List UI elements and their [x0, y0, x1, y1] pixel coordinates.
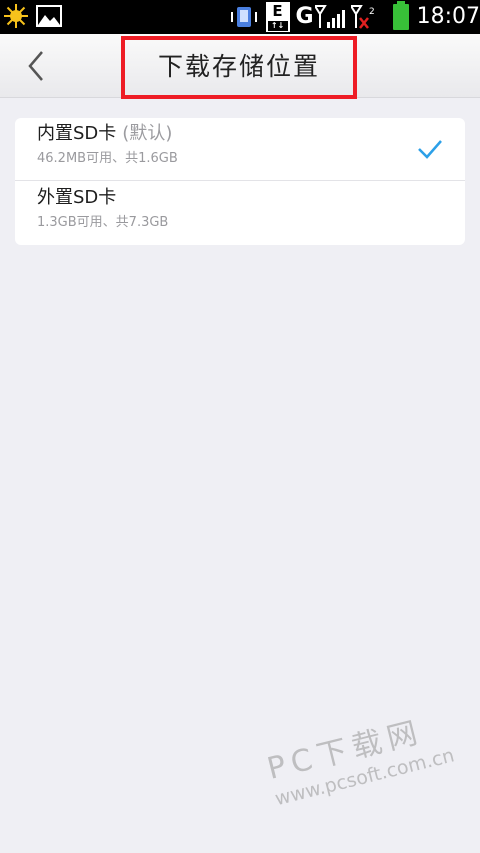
- vibrate-icon: [230, 5, 258, 29]
- option-detail: 46.2MB可用、共1.6GB: [37, 151, 178, 166]
- picture-icon: [36, 5, 62, 27]
- system-status-icons: E ↑↓ G 2 18:07: [230, 1, 480, 32]
- default-tag: (默认): [122, 123, 173, 144]
- network-type-label: E: [272, 2, 283, 20]
- battery-icon: [392, 1, 409, 30]
- storage-option-internal[interactable]: 内置SD卡 (默认) 46.2MB可用、共1.6GB: [15, 118, 465, 181]
- network-label: G: [295, 4, 314, 29]
- svg-text:2: 2: [369, 7, 375, 17]
- option-detail: 1.3GB可用、共7.3GB: [37, 215, 169, 230]
- signal-strength-icon: [312, 4, 349, 30]
- title-highlight-box: 下载存储位置: [121, 36, 357, 99]
- status-bar: E ↑↓ G 2 18:07: [0, 0, 480, 34]
- page-title: 下载存储位置: [157, 52, 320, 81]
- mobile-data-icon: E ↑↓: [265, 2, 290, 32]
- option-name: 外置SD卡: [37, 187, 117, 208]
- storage-option-external[interactable]: 外置SD卡 1.3GB可用、共7.3GB: [15, 182, 465, 245]
- back-button[interactable]: [18, 48, 54, 84]
- chevron-left-icon: [28, 51, 43, 81]
- data-arrows-icon: ↑↓: [267, 21, 288, 31]
- brightness-icon: [4, 4, 28, 28]
- storage-options-list: 内置SD卡 (默认) 46.2MB可用、共1.6GB 外置SD卡 1.3GB可用、…: [15, 118, 465, 245]
- check-icon: [418, 140, 442, 159]
- title-bar: 下载存储位置: [0, 34, 480, 99]
- no-signal-sim2-icon: 2: [348, 4, 375, 30]
- option-name: 内置SD卡: [37, 123, 117, 144]
- clock: 18:07: [416, 4, 480, 29]
- notification-icons: [4, 4, 70, 28]
- watermark: PC下载网 www.pcsoft.com.cn: [264, 707, 473, 850]
- option-title: 内置SD卡 (默认): [37, 120, 172, 148]
